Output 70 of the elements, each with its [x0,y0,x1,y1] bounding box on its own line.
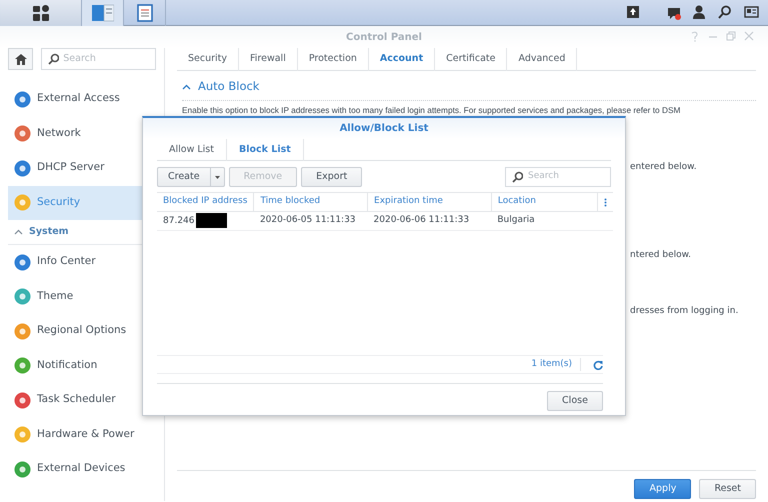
home-icon [14,54,27,64]
app-icon [14,160,31,177]
caret-icon [214,176,220,178]
sidebar-item[interactable]: Regional Options [8,314,164,348]
sidebar-item[interactable]: Theme [8,280,164,314]
tab[interactable]: Certificate [435,48,508,71]
dialog-title: Allow/Block List [340,122,428,136]
app-icon [14,90,31,108]
search-field[interactable]: Search [41,48,156,70]
refresh-icon[interactable] [593,360,603,370]
app-icon [14,460,31,478]
app-icon [14,194,31,212]
column-header[interactable]: Blocked IP address [157,192,254,212]
sidebar-item[interactable]: Notification [8,348,164,383]
column-header[interactable]: Location [491,192,598,212]
toolbar-button[interactable]: Export [301,167,362,187]
chat-icon[interactable] [666,5,680,20]
search-icon [512,171,523,183]
sidebar-item[interactable]: External Access [8,82,164,116]
widget-icon[interactable] [744,5,758,20]
sidebar-item[interactable]: Hardware & Power [8,418,164,452]
description-text: ntered below. [630,250,692,260]
control-panel-taskbar-button[interactable] [82,0,124,26]
app-icon [14,357,31,374]
search-icon [48,53,60,65]
table-cell: Bulgaria [497,215,535,226]
table-cell: 2020-06-05 11:11:33 [260,215,356,226]
section-title: Auto Block [198,78,260,95]
description-text: Enable this option to block IP addresses with too many failed login attempts. For supported services and packages, please refer to DSM [182,104,682,117]
column-header[interactable]: Expiration time [368,192,492,212]
sidebar-item[interactable]: Info Center [8,245,164,280]
column-header[interactable]: Time blocked [254,192,368,212]
app-icon [14,322,31,340]
list-icon [136,4,152,22]
section-header: System [29,224,69,239]
column-menu-icon[interactable] [604,198,607,206]
description-text: entered below. [630,162,697,172]
tab[interactable]: Firewall [239,48,298,71]
user-icon[interactable] [692,5,706,20]
home-button[interactable] [8,48,34,70]
sidebar-item[interactable]: External Devices [8,452,164,486]
upload-icon[interactable] [626,5,640,20]
search-input[interactable]: Search [63,52,144,66]
table-cell: 87.246 [163,216,194,226]
description-text: dresses from logging in. [630,306,738,316]
search-field[interactable]: Search [505,167,611,187]
tab[interactable]: Security [177,48,240,71]
apply-button[interactable]: Apply [634,479,692,499]
collapse-caret-icon[interactable] [14,229,23,235]
grid-icon [32,5,48,21]
close-button[interactable]: Close [547,391,603,411]
tab[interactable]: Account [368,48,436,71]
item-count: 1 item(s) [531,358,581,372]
tab[interactable]: Advanced [507,48,578,71]
app-icon [14,392,31,409]
collapse-caret-icon[interactable] [182,84,191,90]
search-icon[interactable] [718,5,732,20]
tab[interactable]: Protection [298,48,369,71]
table-cell: 2020-06-06 11:11:33 [374,215,470,226]
app-icon [14,125,31,142]
app-icon [14,288,31,306]
app-icon [14,426,31,444]
window-title: Control Panel [346,30,422,44]
tab[interactable]: Block List [227,139,304,161]
sidebar-item[interactable]: Task Scheduler [8,383,164,418]
panel-icon [92,4,114,22]
tab[interactable]: Allow List [157,139,227,161]
main-menu-button[interactable] [0,0,82,26]
app-icon [14,254,31,271]
reset-button[interactable]: Reset [699,479,756,499]
